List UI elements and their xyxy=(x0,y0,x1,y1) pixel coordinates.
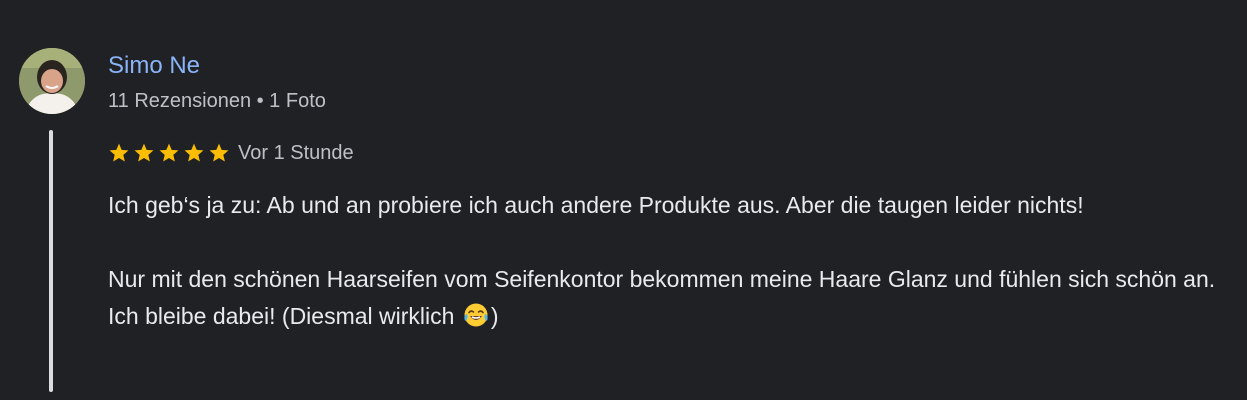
review-timestamp: Vor 1 Stunde xyxy=(238,142,354,164)
star-icon xyxy=(108,142,130,164)
author-name-link[interactable]: Simo Ne xyxy=(108,51,200,81)
tears-of-joy-emoji-icon xyxy=(463,302,489,328)
star-icon xyxy=(133,142,155,164)
author-stats: 11 Rezensionen • 1 Foto xyxy=(108,90,326,112)
star-rating xyxy=(108,142,230,164)
author-avatar[interactable] xyxy=(19,48,85,114)
thread-divider xyxy=(49,130,53,392)
star-icon xyxy=(183,142,205,164)
star-icon xyxy=(158,142,180,164)
review-paragraph-end: ) xyxy=(490,303,499,329)
review-paragraph: Nur mit den schönen Haarseifen vom Seife… xyxy=(108,261,1228,335)
review-paragraph-text: Nur mit den schönen Haarseifen vom Seife… xyxy=(108,266,1216,329)
profile-photo-icon xyxy=(19,48,85,114)
review-body: Ich geb‘s ja zu: Ab und an probiere ich … xyxy=(108,187,1228,335)
star-icon xyxy=(208,142,230,164)
review-paragraph: Ich geb‘s ja zu: Ab und an probiere ich … xyxy=(108,192,1084,218)
rating-row: Vor 1 Stunde xyxy=(108,139,354,167)
